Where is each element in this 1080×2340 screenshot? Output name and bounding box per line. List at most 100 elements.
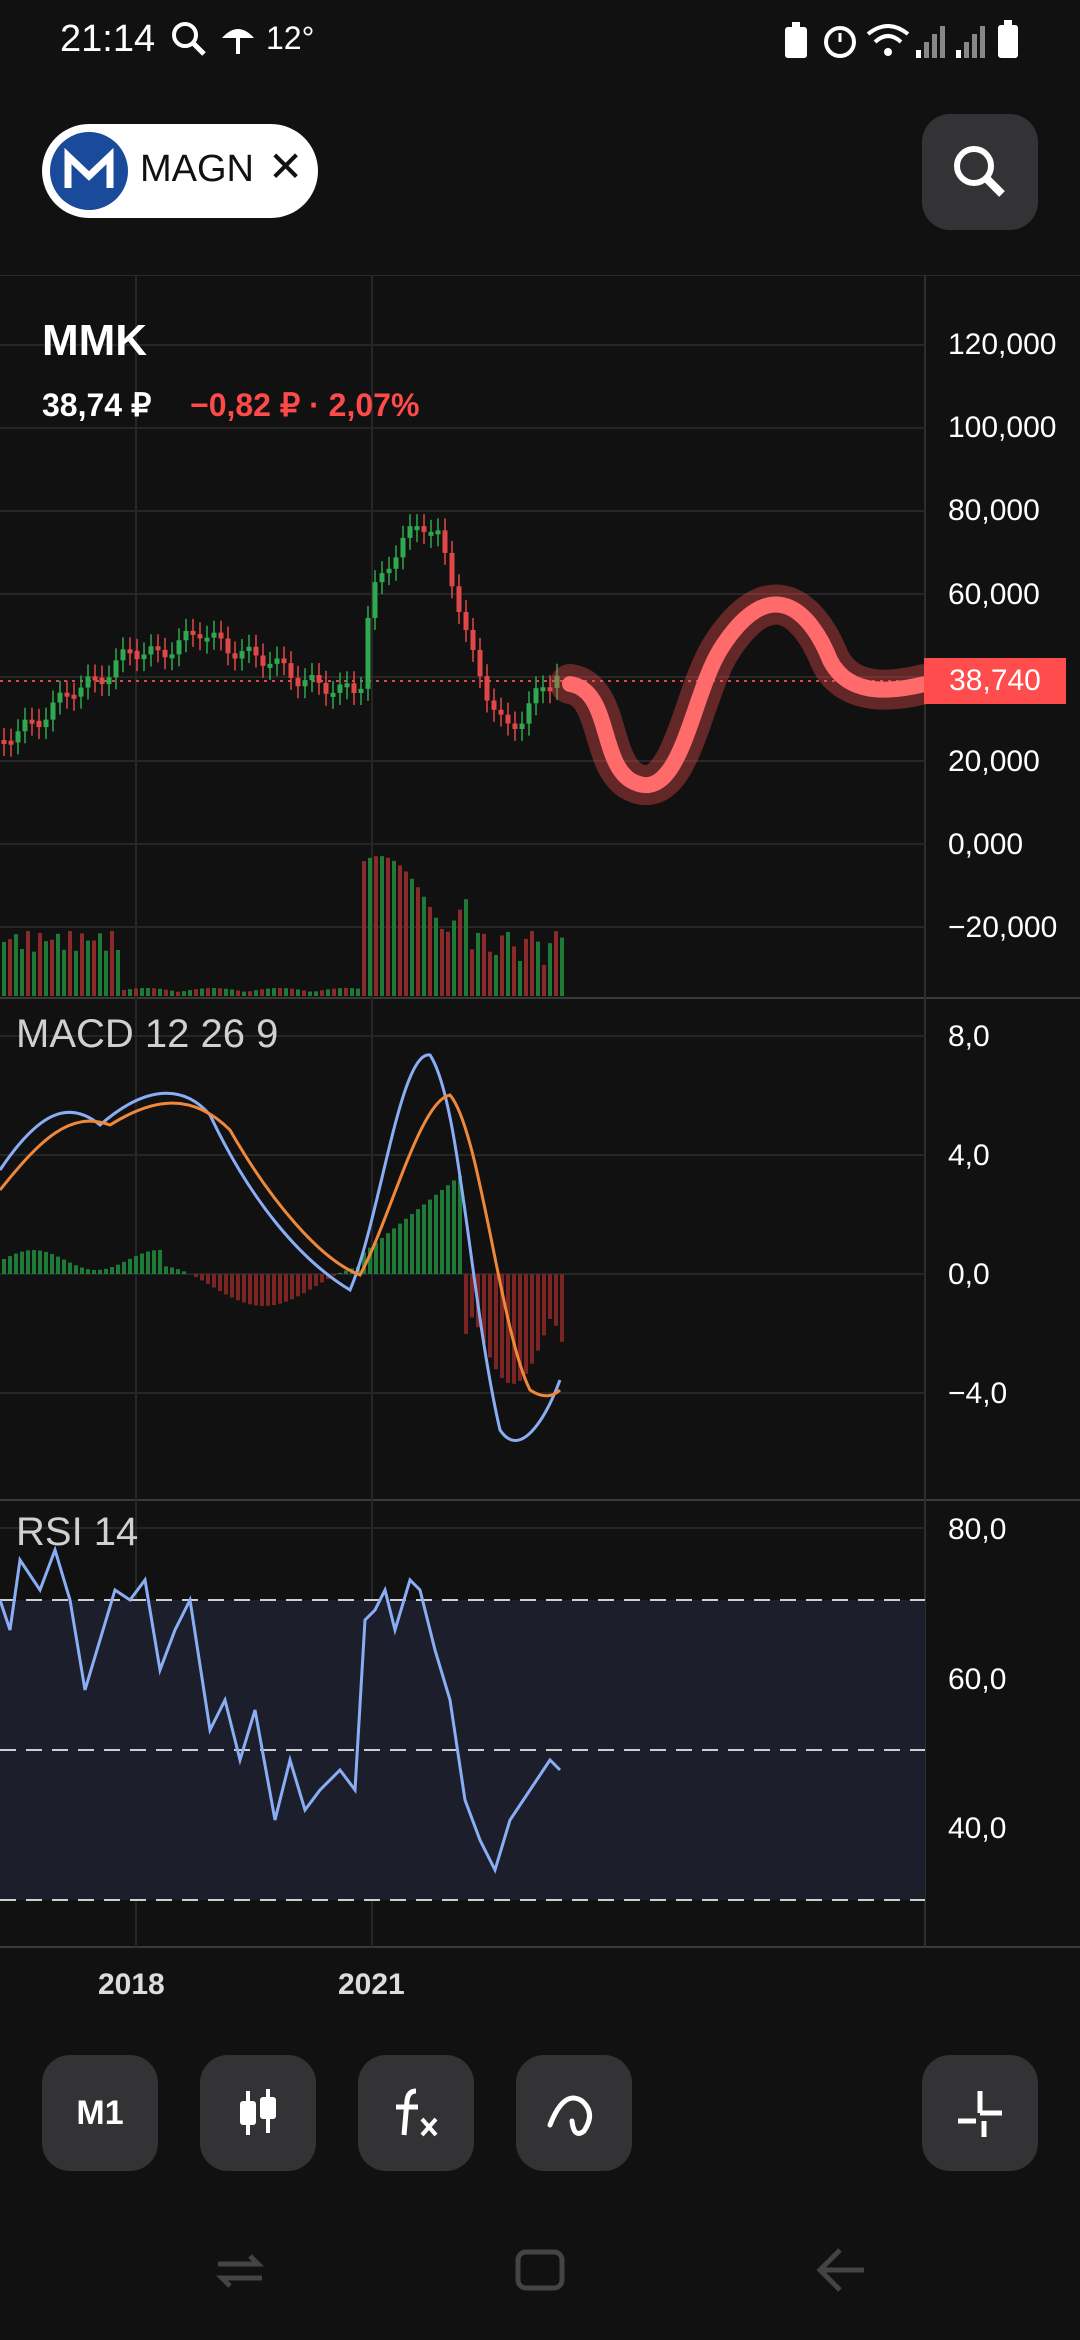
volume-bar: [428, 906, 432, 996]
candle: [239, 651, 245, 659]
macd-histogram-bar: [134, 1255, 138, 1274]
candle: [218, 632, 224, 639]
volume-bar: [458, 909, 462, 996]
candle: [281, 658, 287, 664]
candle: [337, 684, 343, 693]
macd-signal-line: [0, 1093, 562, 1398]
macd-histogram-bar: [92, 1269, 96, 1274]
candle: [477, 649, 483, 677]
close-icon[interactable]: ✕: [268, 142, 303, 191]
drawing-button[interactable]: [516, 2055, 632, 2171]
macd-histogram-bar: [284, 1274, 288, 1302]
macd-histogram-bar: [524, 1274, 528, 1375]
search-icon: [954, 146, 1005, 197]
macd-histogram-bar: [464, 1274, 468, 1334]
search-button[interactable]: [922, 114, 1038, 230]
candle: [309, 675, 315, 681]
candle: [29, 719, 35, 724]
volume-bar: [494, 954, 498, 996]
macd-histogram-bar: [404, 1218, 408, 1274]
volume-bar: [338, 988, 342, 996]
indicators-button[interactable]: [358, 2055, 474, 2171]
price-chart[interactable]: [0, 275, 1080, 1955]
macd-histogram-bar: [260, 1274, 264, 1306]
wifi-icon: [866, 24, 910, 56]
volume-bar: [254, 990, 258, 996]
macd-histogram-bar: [2, 1259, 6, 1274]
volume-bar: [416, 887, 420, 996]
home-icon[interactable]: [510, 2240, 570, 2300]
volume-bar: [248, 991, 252, 996]
candle: [428, 531, 434, 536]
macd-histogram-bar: [320, 1274, 324, 1283]
candle: [414, 526, 420, 531]
macd-histogram-bar: [542, 1274, 546, 1336]
macd-histogram-bar: [200, 1274, 204, 1281]
macd-axis-label: −4,0: [948, 1377, 1008, 1410]
macd-histogram-bar: [20, 1251, 24, 1274]
macd-histogram-bar: [38, 1250, 42, 1274]
volume-bar: [476, 932, 480, 996]
candle: [386, 568, 392, 574]
macd-histogram-bar: [302, 1274, 306, 1294]
macd-histogram-bar: [116, 1264, 120, 1274]
candle: [127, 649, 133, 654]
macd-histogram-bar: [560, 1274, 564, 1342]
volume-bar: [380, 856, 384, 996]
macd-histogram-bar: [146, 1251, 150, 1274]
candle: [155, 646, 161, 651]
macd-histogram-bar: [530, 1274, 534, 1364]
macd-histogram-bar: [98, 1269, 102, 1274]
macd-histogram-bar: [428, 1199, 432, 1274]
volume-bar: [548, 943, 552, 996]
candle: [211, 632, 217, 638]
macd-histogram-bar: [152, 1250, 156, 1274]
recents-icon[interactable]: [210, 2240, 270, 2300]
interval-button[interactable]: M1: [42, 2055, 158, 2171]
draw-icon: [547, 2095, 592, 2136]
candle: [57, 692, 63, 703]
candle: [323, 682, 329, 694]
price-axis-label: −20,000: [948, 911, 1058, 944]
volume-bar: [68, 931, 72, 996]
candle: [463, 612, 469, 630]
volume-bar: [326, 989, 330, 996]
chart-type-button[interactable]: [200, 2055, 316, 2171]
volume-bar: [464, 899, 468, 996]
candle: [435, 530, 441, 535]
alarm-icon: [824, 26, 856, 58]
price-axis-label: 120,000: [948, 328, 1057, 361]
back-icon[interactable]: [810, 2240, 870, 2300]
battery-saver-icon: [785, 22, 807, 58]
crosshair-button[interactable]: [922, 2055, 1038, 2171]
candle: [533, 688, 539, 704]
volume-bar: [128, 989, 132, 996]
macd-histogram-bar: [440, 1190, 444, 1274]
ticker-chip[interactable]: MAGN ✕: [42, 124, 318, 218]
macd-histogram-bar: [62, 1259, 66, 1274]
ticker-label: MAGN: [140, 148, 254, 190]
volume-bar: [362, 861, 366, 996]
volume-bar: [182, 991, 186, 996]
candle: [204, 637, 210, 642]
candle: [141, 654, 147, 660]
candle: [519, 723, 525, 729]
rsi-label: RSI 14: [16, 1510, 139, 1554]
volume-bar: [344, 988, 348, 996]
volume-bar: [122, 990, 126, 996]
macd-histogram-bar: [56, 1256, 60, 1274]
macd-line: [0, 1053, 562, 1442]
candle: [288, 663, 294, 678]
volume-bar: [518, 960, 522, 996]
candle: [176, 640, 182, 655]
volume-bar: [242, 991, 246, 996]
candle: [260, 655, 266, 666]
macd-histogram-bar: [74, 1265, 78, 1274]
candle: [50, 702, 56, 720]
volume-bar: [80, 933, 84, 996]
volume-bar: [308, 991, 312, 996]
volume-bar: [392, 860, 396, 996]
price-axis-label: 20,000: [948, 745, 1040, 778]
company-logo: [50, 132, 128, 210]
macd-histogram-bar: [194, 1274, 198, 1278]
